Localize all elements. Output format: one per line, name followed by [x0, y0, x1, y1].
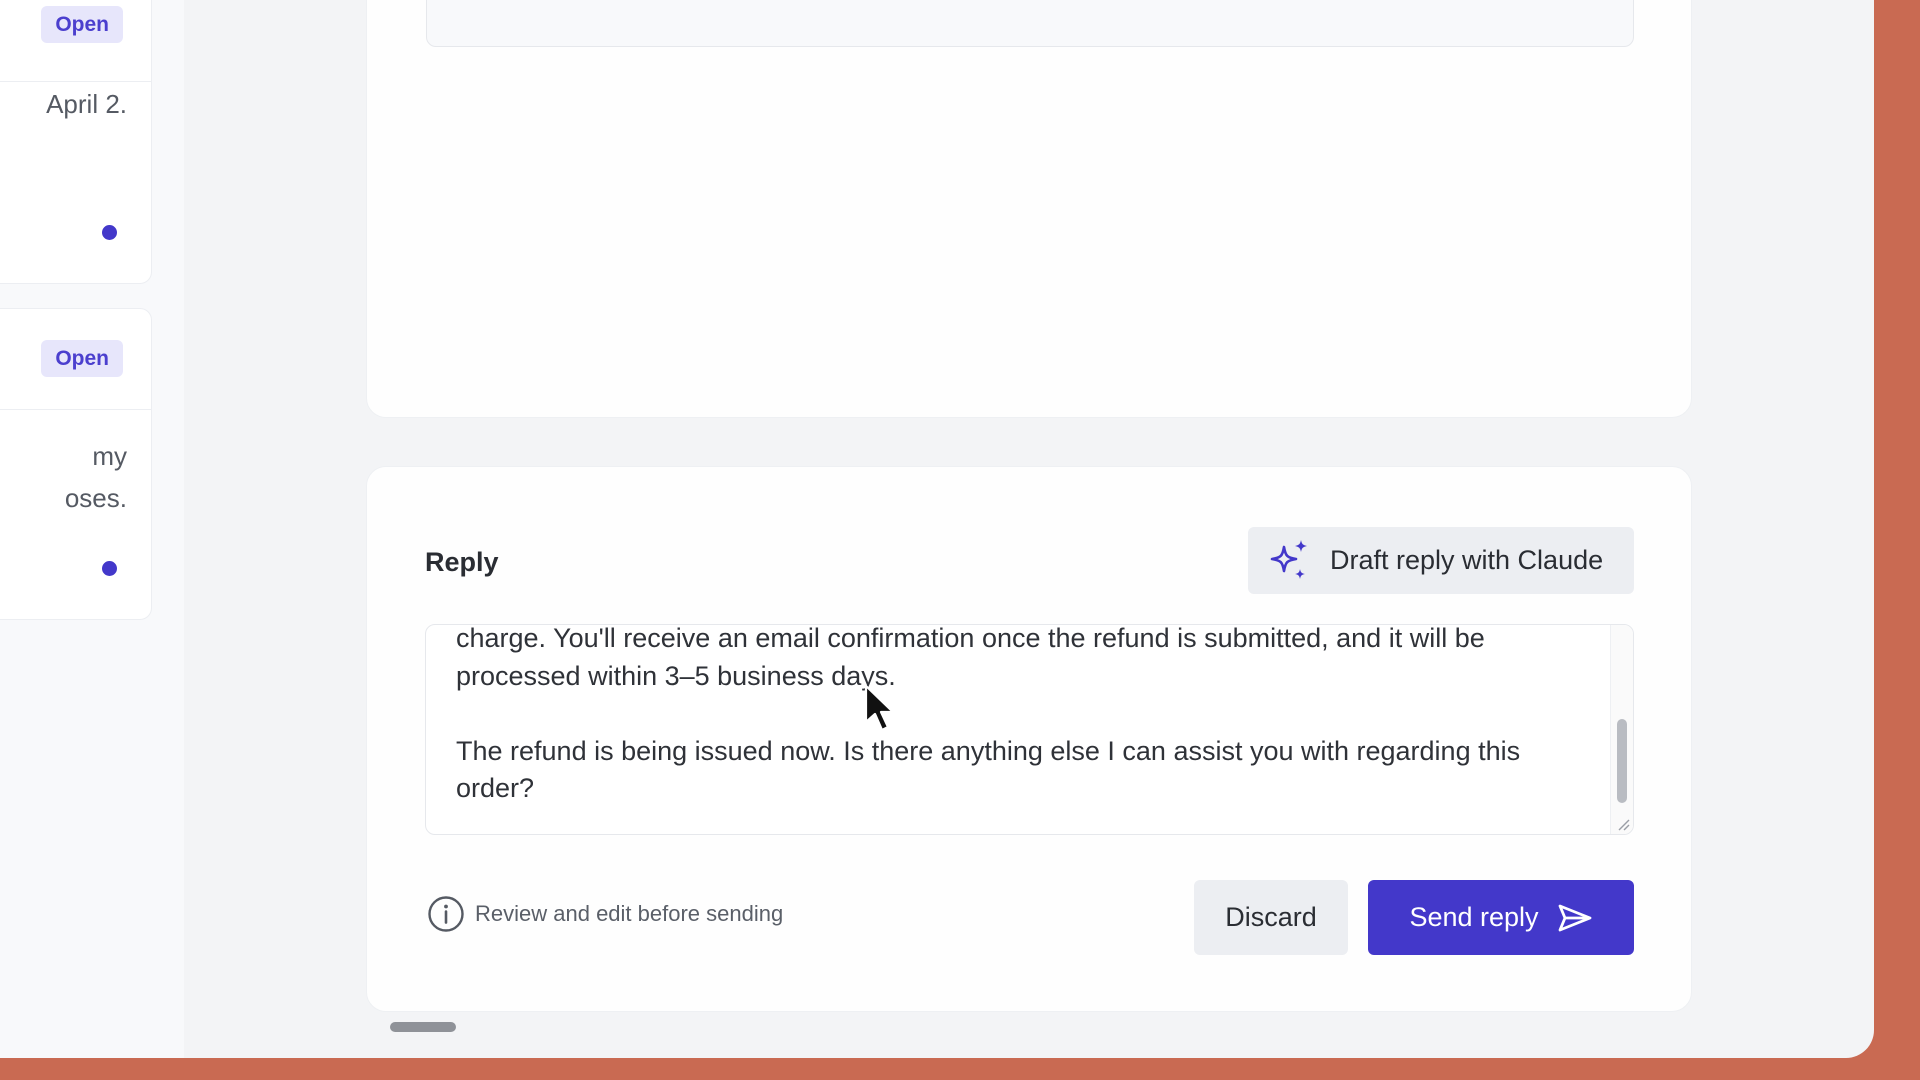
- status-badge: Open: [41, 340, 123, 377]
- discard-button[interactable]: Discard: [1194, 880, 1348, 955]
- card-divider: [0, 81, 151, 82]
- draft-reply-button[interactable]: Draft reply with Claude: [1248, 527, 1634, 594]
- send-icon: [1557, 903, 1593, 933]
- info-icon: [427, 895, 465, 933]
- send-reply-label: Send reply: [1409, 902, 1539, 932]
- scroll-thumb[interactable]: [1617, 719, 1627, 803]
- review-hint: Review and edit before sending: [427, 895, 783, 933]
- unread-indicator: [102, 225, 117, 240]
- unread-indicator: [102, 561, 117, 576]
- ticket-list: Open April 2. Open my oses.: [0, 0, 184, 1058]
- draft-reply-label: Draft reply with Claude: [1330, 545, 1604, 575]
- card-divider: [0, 409, 151, 410]
- app-window: Open April 2. Open my oses. Reply Draft: [0, 0, 1874, 1058]
- message-field[interactable]: [426, 0, 1634, 47]
- horizontal-scrollbar[interactable]: [390, 1022, 456, 1032]
- ticket-snippet: my oses.: [64, 441, 127, 513]
- reply-body-text: charge. You'll receive an email confirma…: [456, 624, 1521, 803]
- mouse-cursor-icon: [864, 684, 896, 736]
- send-reply-button[interactable]: Send reply: [1368, 880, 1634, 955]
- ticket-snippet: April 2.: [46, 89, 127, 119]
- editor-scrollbar[interactable]: [1610, 625, 1633, 834]
- reply-panel: Reply Draft reply with Claude charge. Yo…: [366, 466, 1692, 1012]
- ticket-card[interactable]: Open April 2.: [0, 0, 152, 284]
- review-hint-label: Review and edit before sending: [475, 901, 784, 926]
- ticket-card[interactable]: Open my oses.: [0, 308, 152, 620]
- reply-title: Reply: [425, 547, 499, 577]
- reply-textarea[interactable]: charge. You'll receive an email confirma…: [425, 624, 1634, 835]
- sparkle-icon: [1268, 539, 1312, 583]
- status-badge: Open: [41, 6, 123, 43]
- resize-handle-icon[interactable]: [1616, 817, 1630, 831]
- message-card: [366, 0, 1692, 418]
